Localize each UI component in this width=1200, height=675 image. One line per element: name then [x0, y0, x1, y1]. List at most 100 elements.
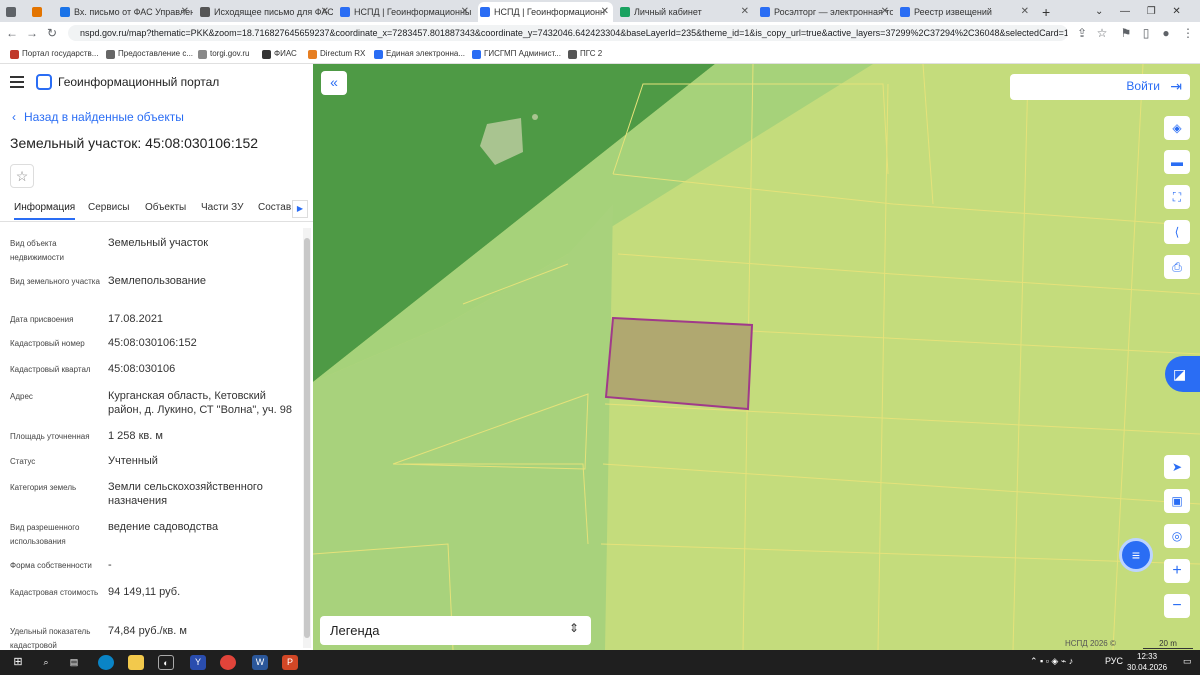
- chat-icon[interactable]: ≡: [1119, 538, 1153, 572]
- tab-label: НСПД | Геоинформационны: [354, 7, 472, 17]
- row-label: Адрес: [10, 392, 33, 401]
- yandex-icon[interactable]: Y: [190, 655, 206, 670]
- window-controls[interactable]: ⌄ — ❐ ✕: [1095, 2, 1195, 22]
- extensions-icon[interactable]: ⚑: [1118, 25, 1134, 41]
- map-view[interactable]: « Войти ⇥ ◈ ▬ ⛶ ⟨ ⎙ ◪ ➤ ▣ ◎ + − ≡ Легенда…: [313, 64, 1200, 650]
- app-title: Геоинформационный портал: [58, 75, 220, 89]
- bookmark-item[interactable]: ПГС 2: [568, 47, 602, 61]
- word-icon[interactable]: W: [252, 655, 268, 670]
- area-select-icon[interactable]: ⛶: [1164, 185, 1190, 209]
- close-icon[interactable]: ✕: [1021, 2, 1029, 22]
- tab-nspd-active[interactable]: НСПД | Геоинформационн ✕: [478, 2, 613, 22]
- back-arrow-icon[interactable]: ←: [4, 25, 20, 41]
- location-icon[interactable]: ◎: [1164, 524, 1190, 548]
- bookmark-item[interactable]: Предоставление с...: [106, 47, 193, 61]
- row-value: 94 149,11 руб.: [108, 586, 181, 598]
- share-icon[interactable]: ⟨: [1164, 220, 1190, 244]
- zoom-in-icon[interactable]: +: [1164, 559, 1190, 583]
- row-value: 17.08.2021: [108, 313, 164, 325]
- browser-menu-dots-icon[interactable]: ⋮: [1180, 25, 1196, 41]
- profile-icon[interactable]: ●: [1158, 25, 1174, 41]
- windows-start-icon[interactable]: ⊞: [10, 655, 26, 670]
- tab-label: Росэлторг — электронная то: [774, 7, 893, 17]
- navigate-icon[interactable]: ➤: [1164, 455, 1190, 479]
- tab-personal-account[interactable]: Личный кабинет ✕: [618, 2, 753, 22]
- row-value: 45:08:030106: [108, 363, 176, 375]
- close-icon[interactable]: ✕: [601, 2, 609, 22]
- task-view-icon[interactable]: ▤: [66, 655, 82, 670]
- row-label: Вид разрешенного использования: [10, 523, 80, 546]
- bookmark-star-icon[interactable]: ☆: [1094, 25, 1110, 41]
- share-icon[interactable]: ⇪: [1074, 25, 1090, 41]
- bookmark-item[interactable]: Directum RX: [308, 47, 365, 61]
- favorite-star-icon[interactable]: ☆: [10, 164, 34, 188]
- minimap-icon[interactable]: ▣: [1164, 489, 1190, 513]
- close-icon[interactable]: ✕: [181, 2, 189, 22]
- info-tabs: Информация Сервисы Объекты Части ЗУ Сост…: [0, 195, 313, 222]
- bookmarks-bar: Портал государств... Предоставление с...…: [0, 44, 1200, 64]
- close-icon[interactable]: ✕: [461, 2, 469, 22]
- tab-fas-inbox[interactable]: Вх. письмо от ФАС Управлен ✕: [58, 2, 193, 22]
- notifications-icon[interactable]: ▭: [1183, 656, 1192, 667]
- tab-nspd-1[interactable]: НСПД | Геоинформационны ✕: [338, 2, 473, 22]
- url-field[interactable]: nspd.gov.ru/map?thematic=PKK&zoom=18.716…: [68, 25, 1068, 41]
- powerpoint-icon[interactable]: P: [282, 655, 298, 670]
- collapse-panel-button[interactable]: «: [321, 71, 347, 95]
- tab-label: Личный кабинет: [634, 7, 702, 17]
- panel-scrollbar[interactable]: [303, 228, 311, 648]
- tab-label: Вх. письмо от ФАС Управлен: [74, 7, 193, 17]
- row-value: Земли сельскохозяйственного назначения: [108, 481, 263, 507]
- map-canvas[interactable]: [313, 64, 1200, 650]
- zoom-out-icon[interactable]: −: [1164, 594, 1190, 618]
- tab-information[interactable]: Информация: [14, 202, 76, 220]
- tab-notices-registry[interactable]: Реестр извещений ✕: [898, 2, 1033, 22]
- row-label: Кадастровый номер: [10, 339, 85, 348]
- close-icon[interactable]: ✕: [881, 2, 889, 22]
- tab-roseltorg[interactable]: Росэлторг — электронная то ✕: [758, 2, 893, 22]
- language-indicator[interactable]: РУС: [1105, 656, 1123, 666]
- tab-objects[interactable]: Объекты: [145, 202, 186, 213]
- tab-pinned[interactable]: [30, 2, 48, 22]
- clock[interactable]: 12:33 30.04.2026: [1127, 651, 1167, 673]
- row-label: Кадастровый квартал: [10, 365, 91, 374]
- bookmark-item[interactable]: Единая электронна...: [374, 47, 465, 61]
- bookmark-item[interactable]: ФИАС: [262, 47, 297, 61]
- row-value: -: [108, 559, 112, 571]
- ruler-icon[interactable]: ▬: [1164, 150, 1190, 174]
- bookmark-item[interactable]: ГИСГМП Админист...: [472, 47, 561, 61]
- tab-bar: Вх. письмо от ФАС Управлен ✕ Исходящее пи…: [0, 0, 1200, 22]
- portal-logo-icon: [36, 74, 52, 90]
- map-copyright: НСПД 2026 ©: [1065, 639, 1116, 648]
- tray-icons[interactable]: ⌃ ▪ ▫ ◈ ⌁ ♪: [1030, 656, 1073, 667]
- sidebar-icon[interactable]: ▯: [1138, 25, 1154, 41]
- tab-services[interactable]: Сервисы: [88, 202, 129, 213]
- map-point: [532, 114, 538, 120]
- legend-dropdown[interactable]: Легенда ⇕: [320, 616, 591, 645]
- edge-icon[interactable]: [98, 655, 114, 670]
- hamburger-menu-icon[interactable]: [10, 76, 24, 88]
- reload-icon[interactable]: ↻: [44, 25, 60, 41]
- tab-parts[interactable]: Части ЗУ: [201, 202, 243, 213]
- layers-icon[interactable]: ◈: [1164, 116, 1190, 140]
- forward-arrow-icon[interactable]: →: [24, 25, 40, 41]
- new-tab-plus-icon[interactable]: +: [1038, 2, 1058, 22]
- file-explorer-icon[interactable]: [128, 655, 144, 670]
- search-icon[interactable]: ⌕: [38, 655, 54, 670]
- bookmark-item[interactable]: Портал государств...: [10, 47, 98, 61]
- login-button[interactable]: Войти ⇥: [1010, 74, 1190, 100]
- scrollbar-thumb[interactable]: [304, 238, 310, 638]
- address-bar-row: ← → ↻ nspd.gov.ru/map?thematic=PKK&zoom=…: [0, 22, 1200, 44]
- side-panel-tab-icon[interactable]: ◪: [1165, 356, 1200, 392]
- bookmark-item[interactable]: torgi.gov.ru: [198, 47, 249, 61]
- print-icon[interactable]: ⎙: [1164, 255, 1190, 279]
- tab-fas-outgoing[interactable]: Исходящее письмо для ФАС ✕: [198, 2, 333, 22]
- chevron-right-icon[interactable]: ▶: [292, 200, 308, 218]
- app-icon[interactable]: ◐: [158, 655, 174, 670]
- chrome-icon[interactable]: [220, 655, 236, 670]
- browser-menu-icon[interactable]: [4, 2, 24, 22]
- tab-composition[interactable]: Состав: [258, 202, 291, 213]
- back-to-results-link[interactable]: ‹ Назад в найденные объекты: [12, 110, 184, 124]
- selected-parcel[interactable]: [604, 316, 754, 411]
- close-icon[interactable]: ✕: [741, 2, 749, 22]
- close-icon[interactable]: ✕: [321, 2, 329, 22]
